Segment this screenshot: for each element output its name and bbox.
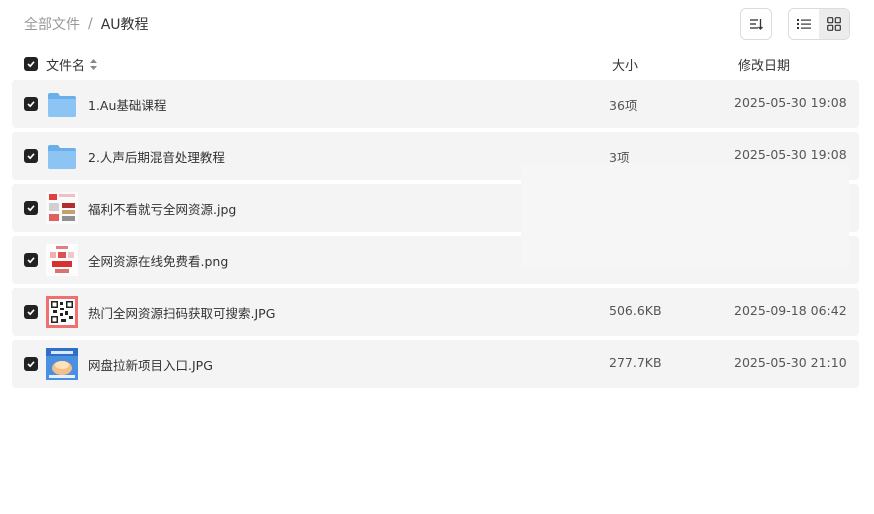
list-view-icon [797,19,811,29]
folder-icon [48,145,76,169]
check-icon [27,101,35,108]
file-list: 1.Au基础课程 36项 2025-05-30 19:08 2.人声后期混音处理… [12,80,859,392]
image-thumbnail [46,244,78,276]
row-checkbox[interactable] [24,305,38,319]
sort-button[interactable] [740,8,772,40]
file-name: 福利不看就亏全网资源.jpg [88,202,237,217]
row-checkbox[interactable] [24,97,38,111]
file-name: 全网资源在线免费看.png [88,254,229,269]
list-view-button[interactable] [789,9,819,39]
breadcrumb-root-link[interactable]: 全部文件 [24,14,80,34]
sort-arrows-icon [90,59,98,70]
file-name: 热门全网资源扫码获取可搜索.JPG [88,306,276,321]
row-checkbox[interactable] [24,201,38,215]
folder-icon [48,93,76,117]
column-name-label: 文件名 [46,59,86,74]
file-size: 3项 [609,150,630,165]
file-name: 1.Au基础课程 [88,98,167,113]
file-row[interactable]: 1.Au基础课程 36项 2025-05-30 19:08 [12,80,859,128]
file-date: 2025-05-30 21:10 [734,355,847,370]
file-size: 277.7KB [609,355,662,370]
file-date: 2025-05-30 19:08 [734,147,847,162]
file-size: 506.6KB [609,303,662,318]
breadcrumb: 全部文件 / AU教程 [24,12,149,36]
check-icon [27,153,35,160]
file-row[interactable]: 福利不看就亏全网资源.jpg [12,184,859,232]
qr-thumbnail [46,296,78,328]
file-date: 2025-09-18 06:42 [734,303,847,318]
select-all-checkbox[interactable] [24,57,38,71]
check-icon [27,61,35,68]
file-browser: 全部文件 / AU教程 文件名 大小 修改日期 1.Au基础课程 36项 202… [0,0,874,514]
file-row[interactable]: 全网资源在线免费看.png [12,236,859,284]
sort-icon [750,19,763,30]
image-thumbnail [46,348,78,380]
file-size: 36项 [609,98,638,113]
check-icon [27,309,35,316]
file-row[interactable]: 网盘拉新项目入口.JPG 277.7KB 2025-05-30 21:10 [12,340,859,388]
grid-view-button[interactable] [819,9,849,39]
file-name: 2.人声后期混音处理教程 [88,150,225,165]
grid-view-icon [827,17,841,31]
column-size-header[interactable]: 大小 [612,55,638,74]
check-icon [27,257,35,264]
file-date: 2025-05-30 19:08 [734,95,847,110]
file-row[interactable]: 2.人声后期混音处理教程 3项 2025-05-30 19:08 [12,132,859,180]
row-checkbox[interactable] [24,149,38,163]
check-icon [27,361,35,368]
column-header: 文件名 大小 修改日期 [12,52,859,76]
column-date-header[interactable]: 修改日期 [738,55,790,74]
view-toggle [788,8,850,40]
column-name-header[interactable]: 文件名 [46,55,98,74]
breadcrumb-separator: / [88,16,93,32]
row-checkbox[interactable] [24,357,38,371]
row-checkbox[interactable] [24,253,38,267]
file-row[interactable]: 热门全网资源扫码获取可搜索.JPG 506.6KB 2025-09-18 06:… [12,288,859,336]
image-thumbnail [46,192,78,224]
file-name: 网盘拉新项目入口.JPG [88,358,213,373]
check-icon [27,205,35,212]
breadcrumb-current: AU教程 [100,17,149,33]
